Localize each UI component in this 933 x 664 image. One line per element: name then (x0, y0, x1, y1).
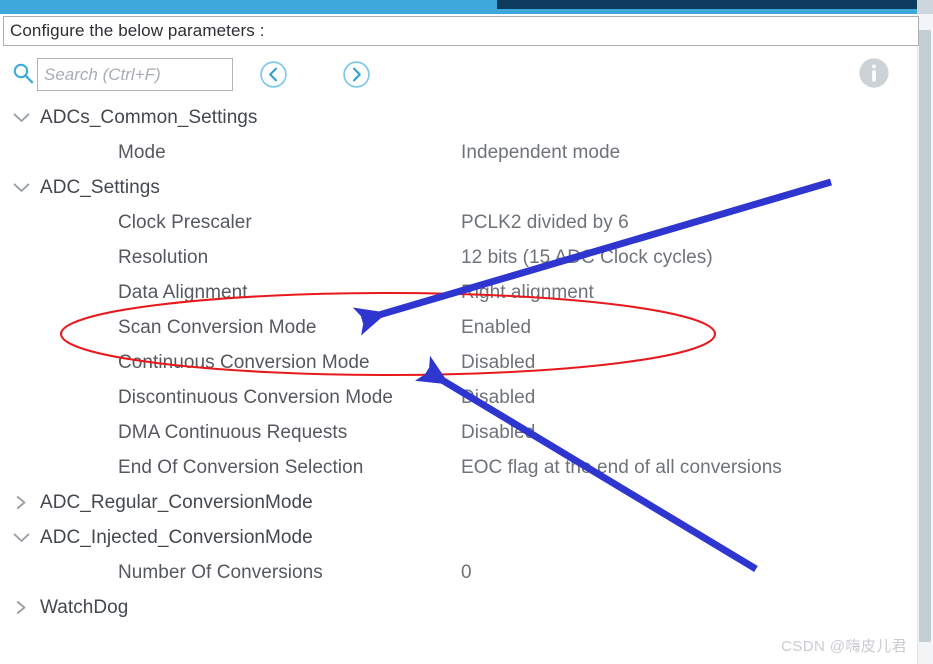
search-icon (12, 62, 34, 84)
page-title: Configure the below parameters : (10, 21, 265, 40)
tree-parameter-row[interactable]: DMA Continuous Requests Disabled (0, 415, 917, 450)
tree-row-label: Discontinuous Conversion Mode (118, 386, 393, 408)
tree-row-label: WatchDog (40, 596, 129, 618)
tree-row-label: ADC_Settings (40, 176, 160, 198)
search-next-button[interactable] (342, 60, 371, 89)
panel-scrollbar-track[interactable] (917, 14, 933, 664)
parameter-tree: ADCs_Common_Settings Mode Independent mode… (0, 100, 917, 625)
panel-scrollbar-thumb[interactable] (919, 30, 931, 642)
tree-row-value[interactable]: Independent mode (461, 142, 620, 164)
tree-group-row[interactable]: ADC_Injected_ConversionMode (0, 520, 917, 555)
tree-row-value[interactable]: PCLK2 divided by 6 (461, 212, 629, 234)
tree-row-label: Scan Conversion Mode (118, 316, 317, 338)
tree-parameter-row[interactable]: Number Of Conversions 0 (0, 555, 917, 590)
tree-parameter-row[interactable]: Data Alignment Right alignment (0, 275, 917, 310)
info-circle-icon[interactable] (858, 57, 890, 89)
tree-row-label: DMA Continuous Requests (118, 421, 348, 443)
chevron-right-icon[interactable] (13, 496, 30, 509)
tree-row-label: Number Of Conversions (118, 561, 323, 583)
tree-parameter-row[interactable]: Scan Conversion Mode Enabled (0, 310, 917, 345)
tree-row-label: Data Alignment (118, 281, 248, 303)
tree-row-label: Mode (118, 141, 166, 163)
tree-group-row[interactable]: ADC_Regular_ConversionMode (0, 485, 917, 520)
tree-parameter-row[interactable]: Clock Prescaler PCLK2 divided by 6 (0, 205, 917, 240)
tree-row-value[interactable]: Disabled (461, 387, 535, 409)
tree-group-row[interactable]: ADC_Settings (0, 170, 917, 205)
tree-parameter-row[interactable]: End Of Conversion Selection EOC flag at t… (0, 450, 917, 485)
csdn-watermark: CSDN @嗨皮儿君 (781, 638, 907, 655)
tree-row-value[interactable]: 12 bits (15 ADC Clock cycles) (461, 247, 713, 269)
search-previous-button[interactable] (259, 60, 288, 89)
configure-parameters-header: Configure the below parameters : (3, 16, 919, 46)
tree-row-label: ADC_Injected_ConversionMode (40, 526, 313, 548)
tree-row-value[interactable]: EOC flag at the end of all conversions (461, 457, 782, 479)
chevron-down-icon[interactable] (13, 111, 30, 124)
tree-row-label: Clock Prescaler (118, 211, 252, 233)
window-accent-bar-dark-segment (497, 0, 917, 9)
tree-group-row[interactable]: ADCs_Common_Settings (0, 100, 917, 135)
tree-parameter-row[interactable]: Discontinuous Conversion Mode Disabled (0, 380, 917, 415)
tree-row-label: Continuous Conversion Mode (118, 351, 370, 373)
chevron-down-icon[interactable] (13, 181, 30, 194)
tree-parameter-row[interactable]: Mode Independent mode (0, 135, 917, 170)
chevron-down-icon[interactable] (13, 531, 30, 544)
tree-row-label: ADC_Regular_ConversionMode (40, 491, 313, 513)
window-accent-bar-right-edge (917, 0, 933, 14)
tree-row-label: Resolution (118, 246, 209, 268)
tree-row-value[interactable]: 0 (461, 562, 472, 584)
tree-row-value[interactable]: Right alignment (461, 282, 594, 304)
tree-row-label: End Of Conversion Selection (118, 456, 364, 478)
tree-parameter-row[interactable]: Continuous Conversion Mode Disabled (0, 345, 917, 380)
tree-row-value[interactable]: Disabled (461, 422, 535, 444)
tree-group-row[interactable]: WatchDog (0, 590, 917, 625)
tree-row-label: ADCs_Common_Settings (40, 106, 258, 128)
tree-row-value[interactable]: Disabled (461, 352, 535, 374)
search-input[interactable] (37, 58, 233, 91)
parameter-configuration-panel: Configure the below parameters : AD (0, 0, 933, 664)
tree-row-value[interactable]: Enabled (461, 317, 531, 339)
chevron-right-icon[interactable] (13, 601, 30, 614)
tree-parameter-row[interactable]: Resolution 12 bits (15 ADC Clock cycles) (0, 240, 917, 275)
